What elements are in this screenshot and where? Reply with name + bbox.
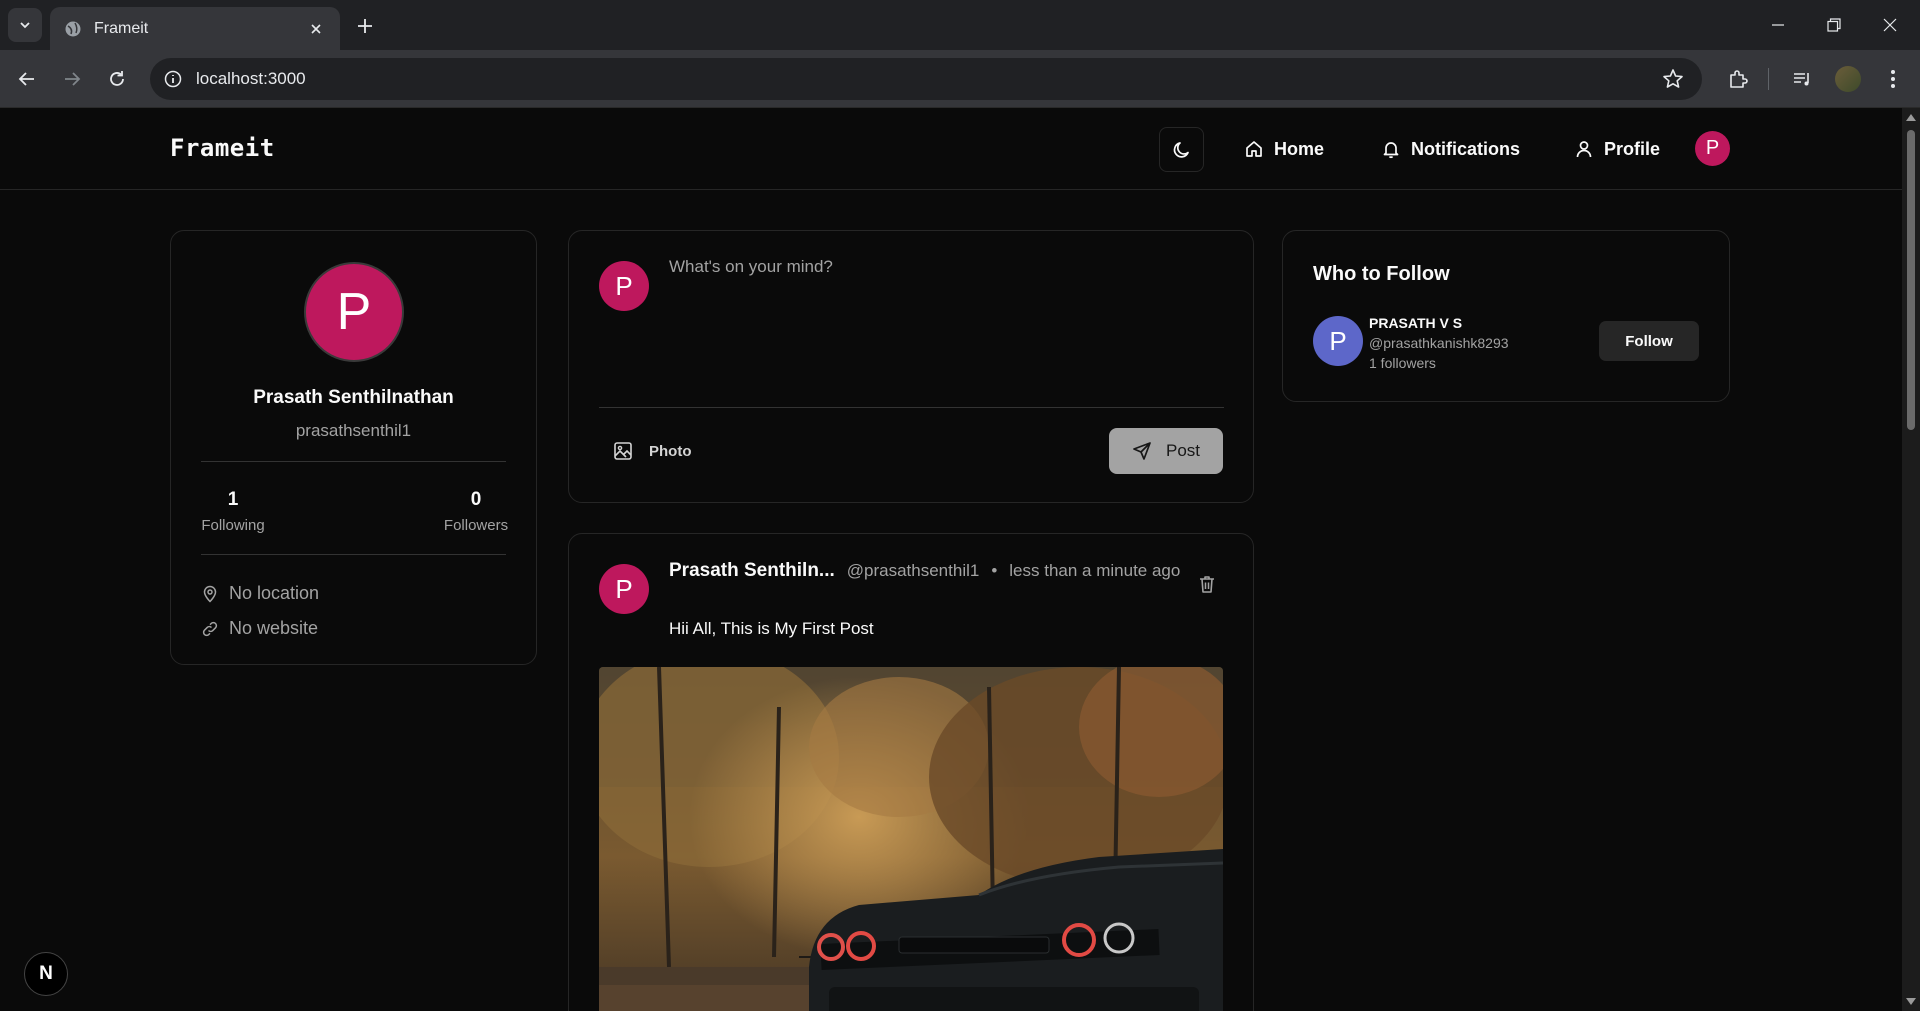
following-stat: 1 Following bbox=[201, 489, 265, 534]
tab-search-button[interactable] bbox=[8, 8, 42, 42]
new-tab-button[interactable] bbox=[352, 13, 378, 39]
arrow-right-icon bbox=[65, 72, 81, 86]
location-row: No location bbox=[201, 583, 319, 604]
theme-toggle-button[interactable] bbox=[1159, 127, 1204, 172]
browser-profile-avatar[interactable] bbox=[1834, 65, 1862, 93]
reload-icon bbox=[110, 71, 124, 86]
minimize-button[interactable] bbox=[1750, 0, 1806, 50]
toolbar-divider bbox=[1768, 68, 1769, 90]
divider bbox=[201, 554, 506, 555]
nav-notifications-label: Notifications bbox=[1411, 138, 1521, 159]
post-author-handle: @prasathsenthil1 bbox=[846, 561, 980, 580]
back-button[interactable] bbox=[11, 63, 43, 95]
browser-tab[interactable]: Frameit bbox=[50, 7, 340, 50]
tab-title: Frameit bbox=[94, 19, 149, 37]
who-to-follow-card: Who to Follow P PRASATH V S @prasathkani… bbox=[1282, 230, 1730, 402]
followers-label: Followers bbox=[443, 517, 509, 534]
nav-home-label: Home bbox=[1274, 138, 1325, 159]
dev-tools-badge[interactable]: N bbox=[24, 952, 68, 996]
following-label: Following bbox=[201, 517, 265, 534]
website-row: No website bbox=[201, 618, 318, 639]
profile-handle: prasathsenthil1 bbox=[295, 421, 412, 440]
forward-button[interactable] bbox=[56, 63, 88, 95]
suggested-user-followers: 1 followers bbox=[1369, 355, 1436, 371]
scroll-up-arrow[interactable] bbox=[1906, 114, 1916, 121]
delete-post-button[interactable] bbox=[1197, 574, 1217, 594]
follow-button[interactable]: Follow bbox=[1599, 321, 1699, 361]
profile-name[interactable]: Prasath Senthilnathan bbox=[171, 387, 536, 409]
restore-button[interactable] bbox=[1806, 0, 1862, 50]
following-count: 1 bbox=[227, 489, 239, 510]
chevron-down-icon bbox=[20, 22, 30, 29]
minimize-icon bbox=[1772, 24, 1784, 26]
page-scrollbar[interactable] bbox=[1902, 108, 1920, 1011]
globe-icon bbox=[65, 21, 81, 36]
browser-tabbar: Frameit bbox=[0, 0, 1920, 50]
user-icon bbox=[1576, 141, 1592, 158]
send-icon bbox=[1133, 442, 1151, 460]
post-image[interactable] bbox=[599, 667, 1223, 1011]
app-viewport: Frameit Home Notifications Profile P P P… bbox=[0, 108, 1902, 1011]
post-textarea[interactable]: What's on your mind? bbox=[669, 257, 833, 277]
followers-stat: 0 Followers bbox=[443, 489, 509, 534]
scroll-down-arrow[interactable] bbox=[1906, 998, 1916, 1005]
browser-menu-icon[interactable] bbox=[1879, 65, 1907, 93]
who-to-follow-title: Who to Follow bbox=[1313, 263, 1450, 285]
close-icon bbox=[1883, 18, 1897, 32]
divider bbox=[201, 461, 506, 462]
submit-post-button[interactable]: Post bbox=[1109, 428, 1223, 474]
bookmark-star-icon[interactable] bbox=[1662, 68, 1684, 90]
close-window-button[interactable] bbox=[1862, 0, 1918, 50]
bell-icon bbox=[1383, 142, 1399, 159]
suggested-user-name[interactable]: PRASATH V S bbox=[1369, 315, 1462, 331]
url-text[interactable]: localhost:3000 bbox=[196, 69, 306, 89]
site-header: Frameit Home Notifications Profile P bbox=[0, 108, 1902, 190]
plus-icon bbox=[358, 19, 372, 33]
post-timestamp: less than a minute ago bbox=[1009, 561, 1181, 580]
post-label: Post bbox=[1165, 441, 1201, 460]
post-content: Hii All, This is My First Post bbox=[669, 619, 874, 638]
user-avatar[interactable]: P bbox=[1695, 131, 1730, 166]
post-card: P Prasath Senthiln... @prasathsenthil1 •… bbox=[568, 533, 1254, 1011]
nav-profile-link[interactable]: Profile bbox=[1574, 134, 1660, 164]
restore-icon bbox=[1827, 18, 1841, 32]
suggested-user-handle: @prasathkanishk8293 bbox=[1369, 335, 1509, 351]
post-meta: Prasath Senthiln... @prasathsenthil1 • l… bbox=[669, 560, 1180, 582]
followers-count: 0 bbox=[470, 489, 482, 510]
map-pin-icon bbox=[203, 585, 217, 603]
home-icon bbox=[1246, 141, 1262, 157]
suggested-user-avatar[interactable]: P bbox=[1313, 316, 1363, 366]
location-text: No location bbox=[229, 583, 320, 603]
reload-button[interactable] bbox=[101, 63, 133, 95]
trash-icon bbox=[1200, 576, 1214, 593]
composer-avatar: P bbox=[599, 261, 649, 311]
browser-toolbar: localhost:3000 bbox=[0, 50, 1920, 108]
profile-card: P Prasath Senthilnathan prasathsenthil1 … bbox=[170, 230, 537, 665]
nav-notifications-link[interactable]: Notifications bbox=[1381, 134, 1520, 164]
site-info-icon[interactable] bbox=[164, 70, 182, 88]
media-controls-icon[interactable] bbox=[1788, 65, 1816, 93]
divider bbox=[599, 407, 1224, 408]
extensions-icon[interactable] bbox=[1724, 65, 1752, 93]
close-tab-icon[interactable] bbox=[306, 19, 326, 39]
photo-label: Photo bbox=[649, 442, 692, 460]
post-author-avatar[interactable]: P bbox=[599, 564, 649, 614]
meta-separator: • bbox=[991, 561, 998, 580]
add-photo-button[interactable]: Photo bbox=[613, 441, 692, 461]
moon-icon bbox=[1173, 141, 1189, 158]
link-icon bbox=[202, 621, 218, 636]
address-bar[interactable]: localhost:3000 bbox=[150, 58, 1702, 100]
website-text: No website bbox=[229, 618, 319, 638]
scroll-thumb[interactable] bbox=[1907, 130, 1915, 430]
nav-profile-label: Profile bbox=[1604, 138, 1661, 159]
arrow-left-icon bbox=[18, 72, 34, 86]
image-icon bbox=[614, 442, 632, 460]
post-author-name[interactable]: Prasath Senthiln... bbox=[669, 560, 835, 582]
nav-home-link[interactable]: Home bbox=[1244, 134, 1324, 164]
post-composer: P What's on your mind? Photo Post bbox=[568, 230, 1254, 503]
brand-logo[interactable]: Frameit bbox=[170, 134, 275, 162]
profile-avatar[interactable]: P bbox=[304, 262, 404, 362]
